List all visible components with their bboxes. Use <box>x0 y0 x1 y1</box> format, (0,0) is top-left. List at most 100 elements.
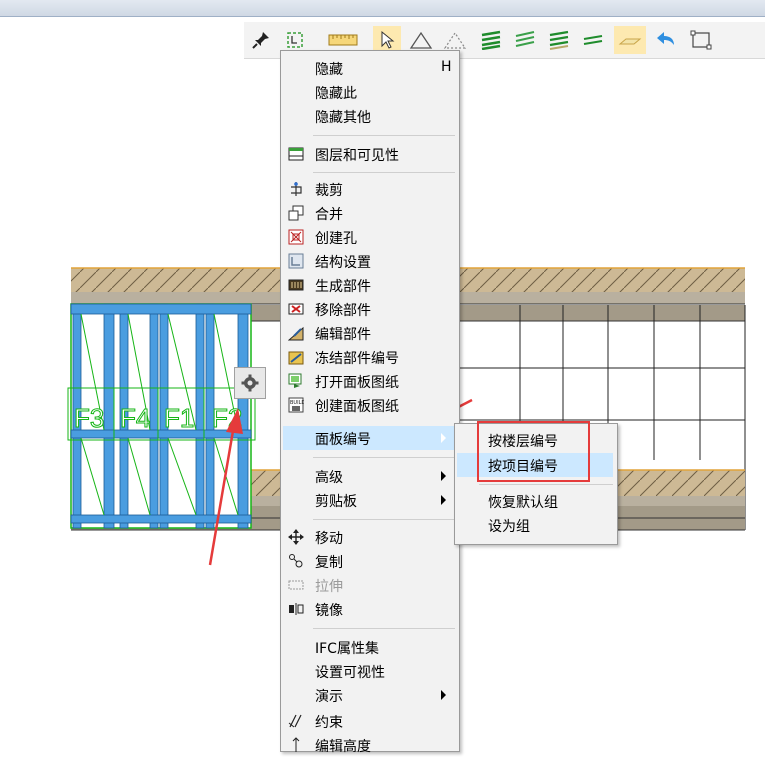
menu-item-freeze-part-numbers[interactable]: 冻结部件编号 <box>281 345 459 369</box>
menu-item-copy[interactable]: 复制 <box>281 549 459 573</box>
menu-item-merge[interactable]: 合并 <box>281 201 459 225</box>
menu-item-label: 合并 <box>315 207 343 223</box>
menu-item-label: 隐藏其他 <box>315 110 371 126</box>
menu-item-label: 剪贴板 <box>315 494 357 510</box>
menu-item-open-panel-drawing[interactable]: 打开面板图纸 <box>281 369 459 393</box>
hole-icon <box>287 229 304 245</box>
pin-icon[interactable] <box>247 26 275 54</box>
edit-parts-icon <box>287 325 304 341</box>
menu-item-stretch[interactable]: 拉伸 <box>281 573 459 597</box>
menu-item-label: 高级 <box>315 470 343 486</box>
stretch-icon <box>287 577 304 593</box>
menu-item-label: 复制 <box>315 555 343 571</box>
panel-label: F4 <box>120 403 150 433</box>
layers-icon <box>287 146 304 162</box>
menu-item-layers-visibility[interactable]: 图层和可见性 <box>281 142 459 166</box>
menu-item-mirror[interactable]: 镜像 <box>281 597 459 621</box>
panel-label: F1 <box>164 403 194 433</box>
menu-item-hide[interactable]: 隐藏 H <box>281 56 459 80</box>
panel-label: F3 <box>74 403 104 433</box>
menu-item-label: 隐藏此 <box>315 86 357 102</box>
menu-item-label: 图层和可见性 <box>315 148 399 164</box>
menu-item-remove-parts[interactable]: 移除部件 <box>281 297 459 321</box>
menu-item-label: 演示 <box>315 689 343 705</box>
menu-item-create-panel-drawing[interactable]: BUILD 创建面板图纸 <box>281 393 459 417</box>
menu-item-label: 创建孔 <box>315 231 357 247</box>
menu-item-label: 约束 <box>315 715 343 731</box>
menu-item-label: 编辑高度 <box>315 739 371 755</box>
menu-item-structure-settings[interactable]: 结构设置 <box>281 249 459 273</box>
menu-item-move[interactable]: 移动 <box>281 525 459 549</box>
menu-item-label: 裁剪 <box>315 183 343 199</box>
menu-item-label: 编辑部件 <box>315 327 371 343</box>
wall-panels[interactable]: F3 F4 F1 F2 <box>67 303 256 529</box>
menu-item-trim[interactable]: 裁剪 <box>281 177 459 201</box>
layers-green-icon[interactable] <box>477 26 505 54</box>
copy-icon <box>287 553 304 569</box>
menu-item-constraint[interactable]: 约束 <box>281 709 459 733</box>
menu-separator <box>313 172 455 173</box>
menu-item-label: 生成部件 <box>315 279 371 295</box>
build-icon: BUILD <box>287 397 304 413</box>
menu-separator <box>313 628 455 629</box>
menu-item-set-visibility[interactable]: 设置可视性 <box>281 659 459 683</box>
menu-item-label: 面板编号 <box>315 432 371 448</box>
menu-item-label: 移动 <box>315 531 343 547</box>
submenu-arrow-icon <box>441 433 446 443</box>
undo-icon[interactable] <box>652 26 680 54</box>
remove-parts-icon <box>287 301 304 317</box>
menu-item-label: 镜像 <box>315 603 343 619</box>
menu-item-label: 设置可视性 <box>315 665 385 681</box>
structure-icon <box>287 253 304 269</box>
menu-item-edit-height[interactable]: 编辑高度 <box>281 733 459 757</box>
submenu-arrow-icon <box>441 690 446 700</box>
menu-item-clipboard[interactable]: 剪贴板 <box>281 488 459 512</box>
menu-item-demo[interactable]: 演示 <box>281 683 459 707</box>
layers-green-stack-icon[interactable] <box>545 26 573 54</box>
submenu-item-label: 恢复默认组 <box>488 495 558 511</box>
frame-icon[interactable] <box>687 26 715 54</box>
svg-text:BUILD: BUILD <box>290 400 304 406</box>
context-menu: 隐藏 H 隐藏此 隐藏其他 图层和可见性 裁剪 合并 创建孔 结构设置 生成部件… <box>280 50 460 755</box>
menu-item-label: 打开面板图纸 <box>315 375 399 391</box>
generate-parts-icon <box>287 277 304 293</box>
submenu-item-set-as-group[interactable]: 设为组 <box>457 513 613 537</box>
menu-separator <box>313 519 455 520</box>
submenu-arrow-icon <box>441 471 446 481</box>
annotation-highlight-box <box>477 421 590 482</box>
menu-item-label: IFC属性集 <box>315 641 379 657</box>
submenu-item-label: 设为组 <box>488 519 530 535</box>
menu-item-label: 结构设置 <box>315 255 371 271</box>
menu-item-label: 冻结部件编号 <box>315 351 399 367</box>
trim-icon <box>287 181 304 197</box>
menu-item-edit-parts[interactable]: 编辑部件 <box>281 321 459 345</box>
menu-item-shortcut: H <box>441 59 452 75</box>
menu-item-advanced[interactable]: 高级 <box>281 464 459 488</box>
menu-item-label: 创建面板图纸 <box>315 399 399 415</box>
menu-separator <box>313 135 455 136</box>
merge-icon <box>287 205 304 221</box>
submenu-arrow-icon <box>441 495 446 505</box>
menu-item-label: 隐藏 <box>315 62 343 78</box>
menu-item-generate-parts[interactable]: 生成部件 <box>281 273 459 297</box>
menu-item-hide-this[interactable]: 隐藏此 <box>281 80 459 104</box>
panel-settings-button[interactable] <box>234 367 266 399</box>
menu-item-ifc-property-set[interactable]: IFC属性集 <box>281 635 459 659</box>
constraint-icon <box>287 713 304 729</box>
freeze-numbers-icon <box>287 349 304 365</box>
menu-item-panel-numbering[interactable]: 面板编号 <box>283 426 455 450</box>
menu-item-label: 拉伸 <box>315 579 343 595</box>
move-icon <box>287 529 304 545</box>
menu-item-create-hole[interactable]: 创建孔 <box>281 225 459 249</box>
gear-icon <box>241 374 259 392</box>
menu-separator <box>313 457 455 458</box>
plane-icon[interactable] <box>579 26 607 54</box>
menu-item-label: 移除部件 <box>315 303 371 319</box>
layers-green-alt-icon[interactable] <box>511 26 539 54</box>
plane-highlight-icon[interactable] <box>614 26 646 54</box>
menu-item-hide-others[interactable]: 隐藏其他 <box>281 104 459 128</box>
mirror-icon <box>287 601 304 617</box>
menu-separator <box>479 484 613 485</box>
open-drawing-icon <box>287 373 304 389</box>
submenu-item-restore-default-group[interactable]: 恢复默认组 <box>457 489 613 513</box>
